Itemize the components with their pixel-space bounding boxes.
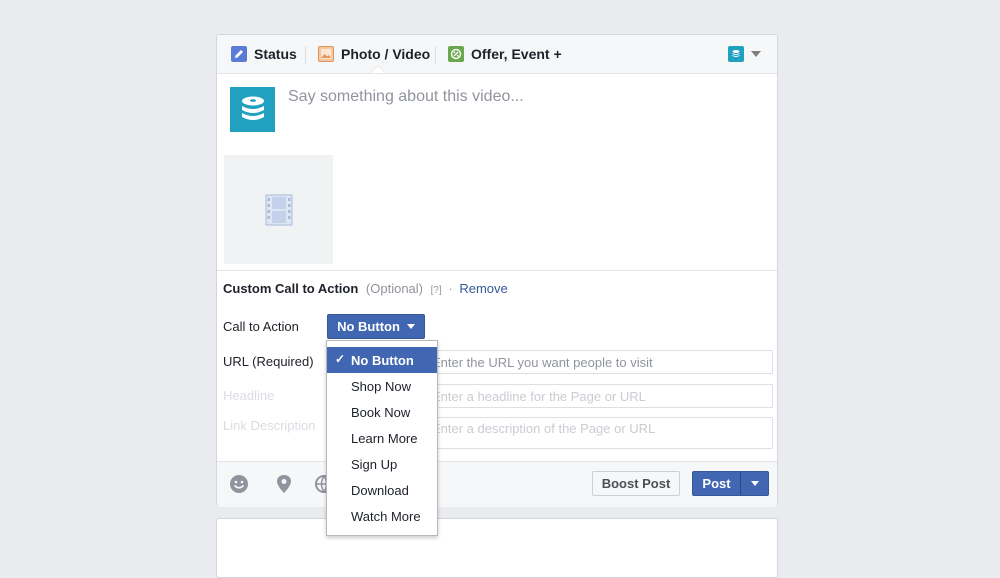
link-description-label: Link Description	[223, 418, 316, 433]
chevron-down-icon	[751, 51, 761, 57]
call-to-action-menu: ✓ No Button Shop Now Book Now Learn More…	[326, 340, 438, 536]
cta-optional-label: (Optional)	[365, 281, 423, 296]
menu-item-no-button[interactable]: ✓ No Button	[327, 347, 437, 373]
cta-separator: ·	[448, 281, 453, 296]
menu-item-label: Learn More	[351, 430, 418, 446]
active-tab-pointer	[371, 66, 385, 73]
offer-icon	[448, 46, 464, 62]
tab-divider	[435, 46, 436, 64]
page-avatar	[230, 87, 275, 132]
headline-label: Headline	[223, 388, 275, 403]
next-feed-card	[216, 518, 778, 578]
post-button-label: Post	[693, 472, 741, 495]
cta-help-link[interactable]: [?]	[431, 285, 442, 296]
section-divider	[217, 270, 777, 271]
call-to-action-selected: No Button	[337, 319, 400, 334]
film-icon	[265, 194, 292, 225]
call-to-action-label: Call to Action	[223, 319, 299, 334]
menu-item-label: Sign Up	[351, 456, 398, 472]
menu-item-label: Book Now	[351, 404, 411, 420]
link-description-input[interactable]	[423, 417, 773, 449]
post-composer: Status Photo / Video Offer, Event + Say …	[216, 34, 778, 507]
menu-item-label: No Button	[351, 352, 414, 368]
photo-icon	[318, 46, 334, 62]
menu-item-download[interactable]: Download	[327, 477, 437, 503]
menu-item-sign-up[interactable]: Sign Up	[327, 451, 437, 477]
post-message-input[interactable]	[288, 88, 758, 106]
video-thumbnail	[224, 155, 333, 264]
url-input[interactable]	[423, 350, 773, 374]
menu-item-label: Shop Now	[351, 378, 411, 394]
call-to-action-dropdown[interactable]: No Button	[327, 314, 425, 339]
location-pin-icon[interactable]	[274, 474, 294, 494]
menu-item-watch-more[interactable]: Watch More	[327, 503, 437, 529]
tab-offer-event[interactable]: Offer, Event +	[448, 35, 562, 73]
tab-divider	[305, 46, 306, 64]
tab-offer-event-label: Offer, Event +	[471, 46, 562, 62]
composer-footer: Boost Post Post	[217, 461, 777, 507]
tab-status[interactable]: Status	[231, 35, 297, 73]
menu-item-book-now[interactable]: Book Now	[327, 399, 437, 425]
menu-item-label: Watch More	[351, 508, 421, 524]
post-options-chevron-icon[interactable]	[741, 472, 768, 495]
smiley-icon[interactable]	[229, 474, 249, 494]
tab-photo-video-label: Photo / Video	[341, 46, 431, 62]
headline-input[interactable]	[423, 384, 773, 408]
composer-tabs: Status Photo / Video Offer, Event +	[217, 35, 777, 74]
menu-item-learn-more[interactable]: Learn More	[327, 425, 437, 451]
post-button[interactable]: Post	[692, 471, 769, 496]
menu-item-shop-now[interactable]: Shop Now	[327, 373, 437, 399]
cta-heading: Custom Call to Action (Optional) [?] · R…	[223, 281, 508, 296]
pencil-icon	[231, 46, 247, 62]
page-avatar-icon	[728, 46, 744, 62]
chevron-down-icon	[406, 324, 415, 329]
menu-item-label: Download	[351, 482, 409, 498]
cta-remove-link[interactable]: Remove	[459, 281, 507, 296]
checkmark-icon: ✓	[335, 352, 346, 366]
cta-heading-title: Custom Call to Action	[223, 281, 359, 296]
page-selector[interactable]	[728, 46, 761, 62]
tab-status-label: Status	[254, 46, 297, 62]
database-stack-icon	[241, 96, 264, 120]
url-label: URL (Required)	[223, 354, 314, 369]
boost-post-button[interactable]: Boost Post	[592, 471, 680, 496]
